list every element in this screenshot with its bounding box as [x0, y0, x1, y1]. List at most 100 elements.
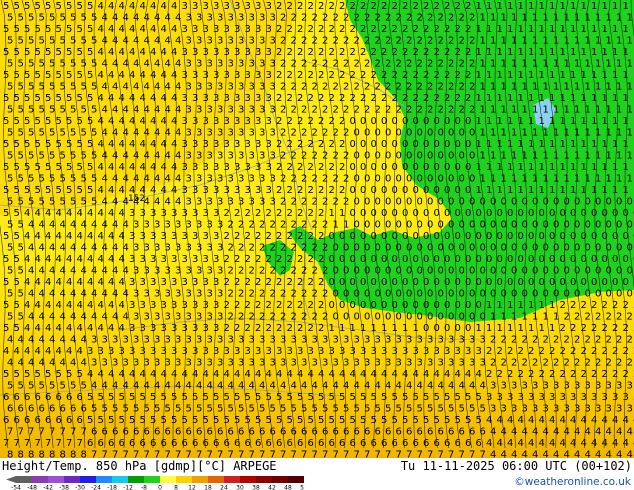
contour-value: 6 [108, 438, 114, 449]
contour-value: 4 [56, 346, 62, 357]
contour-value: 5 [318, 415, 324, 426]
contour-value: 5 [66, 70, 72, 81]
contour-value: 4 [123, 151, 129, 162]
contour-value: 2 [497, 369, 503, 380]
contour-value: 2 [402, 93, 408, 104]
contour-value: 1 [585, 105, 591, 116]
contour-value: 0 [490, 266, 496, 277]
contour-value: 3 [549, 392, 555, 403]
contour-value: 3 [255, 185, 261, 196]
contour-value: 4 [3, 346, 9, 357]
contour-value: 5 [392, 392, 398, 403]
contour-value: 5 [87, 185, 93, 196]
contour-value: 0 [444, 185, 450, 196]
contour-value: 3 [396, 358, 402, 369]
contour-value: 4 [333, 381, 339, 392]
contour-value: 2 [308, 116, 314, 127]
contour-value: 2 [329, 1, 335, 12]
contour-value: 1 [570, 116, 576, 127]
contour-value: 5 [213, 415, 219, 426]
contour-value: 7 [77, 438, 83, 449]
contour-value: 2 [322, 82, 328, 93]
contour-value: 2 [549, 346, 555, 357]
contour-value: 4 [354, 381, 360, 392]
contour-value: 3 [119, 346, 125, 357]
contour-value: 4 [60, 289, 66, 300]
contour-value: 3 [182, 70, 188, 81]
contour-value: 4 [570, 415, 576, 426]
contour-value: 4 [238, 381, 244, 392]
contour-value: 4 [108, 369, 114, 380]
credit-link[interactable]: ©weatheronline.co.uk [514, 475, 631, 489]
contour-value: 0 [595, 243, 601, 254]
contour-value: 4 [119, 93, 125, 104]
contour-value: 0 [448, 151, 454, 162]
contour-value: 2 [238, 312, 244, 323]
contour-value: 3 [497, 392, 503, 403]
contour-value: 3 [266, 185, 272, 196]
contour-value: 2 [255, 254, 261, 265]
contour-value: 2 [322, 289, 328, 300]
contour-value: 3 [511, 404, 517, 415]
contour-value: 4 [297, 369, 303, 380]
contour-value: 3 [249, 105, 255, 116]
contour-value: 3 [133, 335, 139, 346]
contour-value: 4 [245, 369, 251, 380]
contour-value: 3 [192, 231, 198, 242]
contour-value: 5 [28, 128, 34, 139]
contour-value: 3 [402, 346, 408, 357]
contour-value: 3 [133, 358, 139, 369]
contour-value: 4 [77, 277, 83, 288]
contour-value: 4 [585, 427, 591, 438]
contour-value: 2 [245, 208, 251, 219]
contour-value: 3 [224, 70, 230, 81]
contour-value: 3 [213, 93, 219, 104]
contour-value: 4 [154, 105, 160, 116]
contour-value: 5 [3, 231, 9, 242]
contour-value: 1 [507, 323, 513, 334]
contour-value: 2 [291, 151, 297, 162]
color-scale-label: -30 [75, 485, 85, 490]
contour-value: 4 [150, 185, 156, 196]
contour-value: 2 [511, 358, 517, 369]
contour-value: 0 [455, 277, 461, 288]
contour-value: 0 [343, 243, 349, 254]
contour-value: 3 [186, 358, 192, 369]
contour-value: 1 [595, 36, 601, 47]
contour-value: 4 [623, 415, 629, 426]
contour-value: 2 [287, 70, 293, 81]
contour-value: 2 [301, 243, 307, 254]
contour-value: 3 [238, 174, 244, 185]
contour-value: 1 [543, 128, 549, 139]
contour-value: 6 [35, 392, 41, 403]
contour-value: 2 [224, 277, 230, 288]
contour-value: 2 [364, 59, 370, 70]
contour-value: 0 [602, 254, 608, 265]
contour-value: 1 [616, 151, 622, 162]
contour-value: 1 [522, 105, 528, 116]
contour-value: 4 [150, 47, 156, 58]
contour-value: 2 [406, 105, 412, 116]
contour-value: 5 [276, 392, 282, 403]
contour-value: 3 [203, 1, 209, 12]
contour-value: 2 [297, 93, 303, 104]
contour-value: 1 [507, 116, 513, 127]
contour-value: 5 [98, 415, 104, 426]
contour-value: 0 [350, 254, 356, 265]
contour-value: 5 [217, 404, 223, 415]
contour-value: 1 [486, 162, 492, 173]
contour-value: 4 [133, 105, 139, 116]
contour-value: 4 [81, 335, 87, 346]
contour-value: 3 [238, 335, 244, 346]
contour-value: 5 [24, 162, 30, 173]
contour-value: 5 [18, 220, 24, 231]
contour-value: 4 [123, 13, 129, 24]
color-scale-label: -42 [43, 485, 53, 490]
contour-value: 4 [154, 151, 160, 162]
contour-value: 2 [396, 59, 402, 70]
contour-value: 1 [570, 93, 576, 104]
contour-value: 5 [129, 392, 135, 403]
contour-value: 1 [595, 174, 601, 185]
contour-value: 1 [602, 185, 608, 196]
contour-value: 2 [616, 335, 622, 346]
